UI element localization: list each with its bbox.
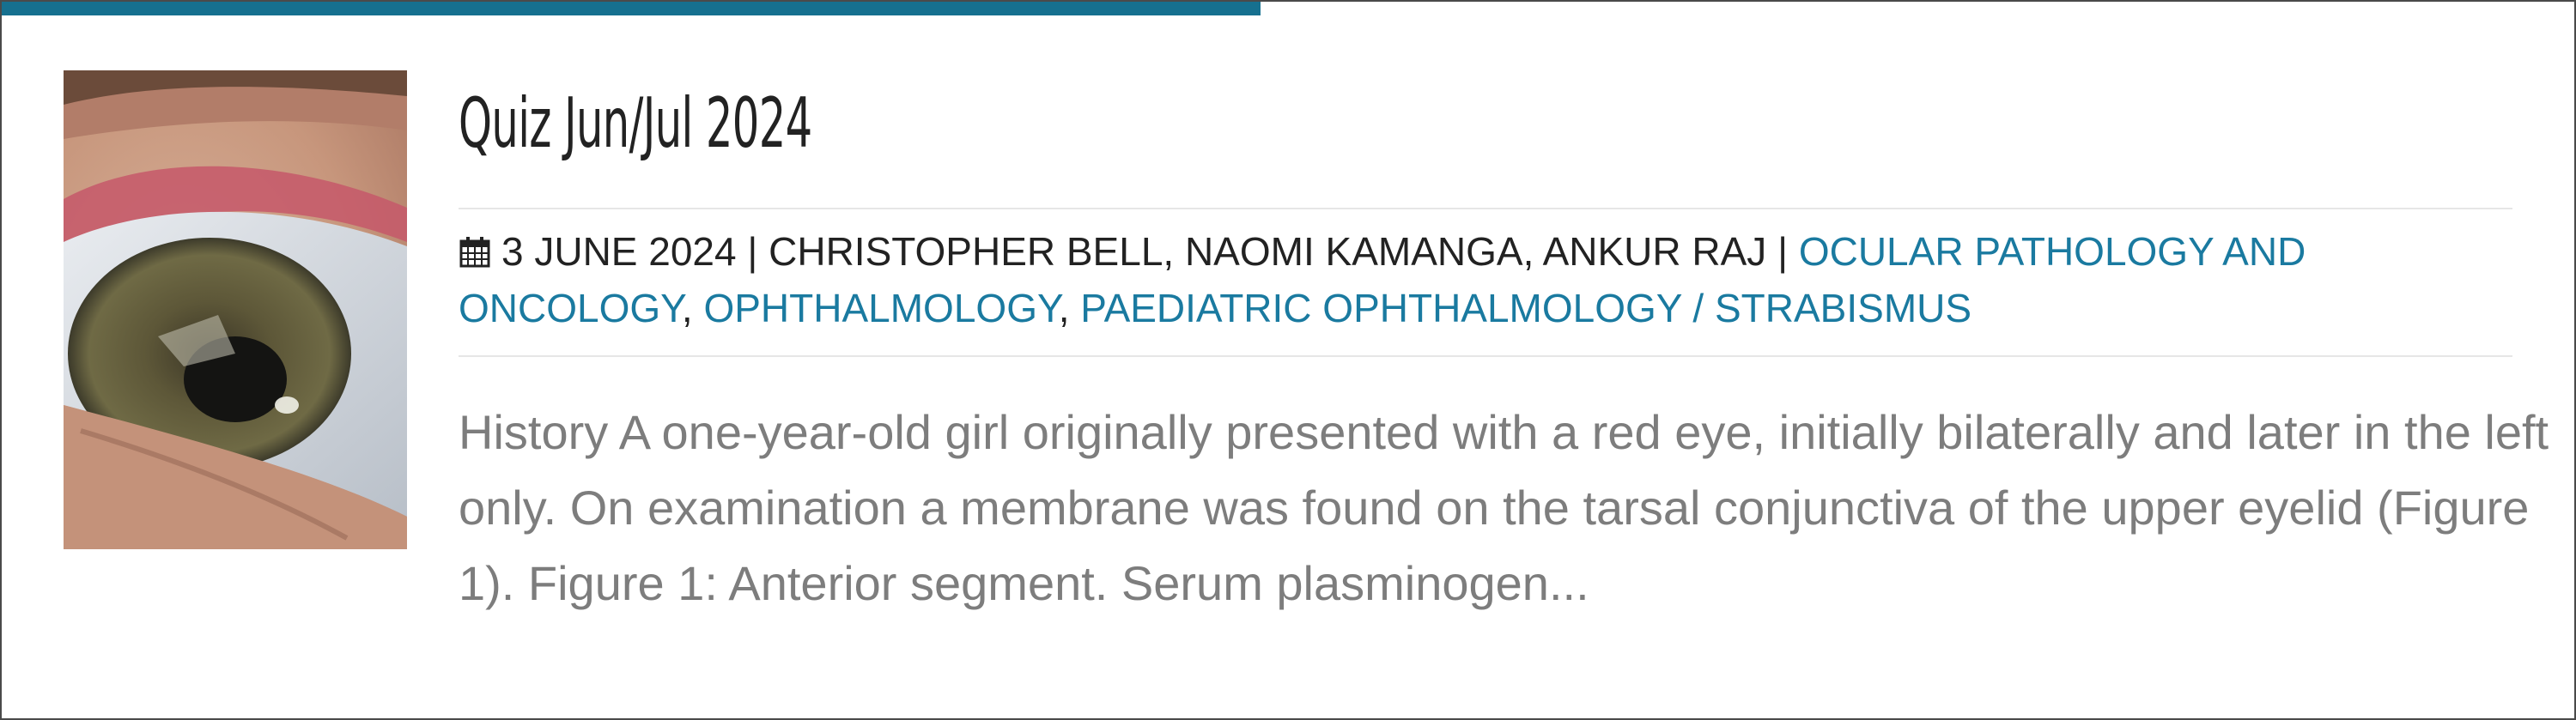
post-authors: CHRISTOPHER BELL, NAOMI KAMANGA, ANKUR R…	[769, 229, 1767, 274]
top-accent-bar	[2, 2, 1261, 15]
category-link-ophthalmology[interactable]: OPHTHALMOLOGY	[703, 286, 1058, 330]
meta-top-divider	[459, 208, 2512, 209]
meta-separator: |	[1766, 229, 1799, 274]
post-title[interactable]: Quiz Jun/Jul 2024	[459, 72, 1683, 175]
calendar-icon	[459, 237, 490, 268]
post-thumbnail[interactable]	[64, 70, 407, 549]
meta-bottom-divider	[459, 355, 2512, 357]
category-separator: ,	[1058, 286, 1081, 330]
post-meta: 3 JUNE 2024 | CHRISTOPHER BELL, NAOMI KA…	[459, 223, 2537, 336]
category-separator: ,	[681, 286, 704, 330]
eye-photo	[64, 70, 407, 549]
meta-separator: |	[736, 229, 769, 274]
post-card: Quiz Jun/Jul 2024 3 JUNE 2024 | CHRISTOP…	[0, 0, 2576, 720]
post-excerpt: History A one-year-old girl originally p…	[459, 405, 2549, 610]
category-link-paediatric-ophthalmology[interactable]: PAEDIATRIC OPHTHALMOLOGY / STRABISMUS	[1080, 286, 1971, 330]
post-date: 3 JUNE 2024	[501, 229, 737, 274]
